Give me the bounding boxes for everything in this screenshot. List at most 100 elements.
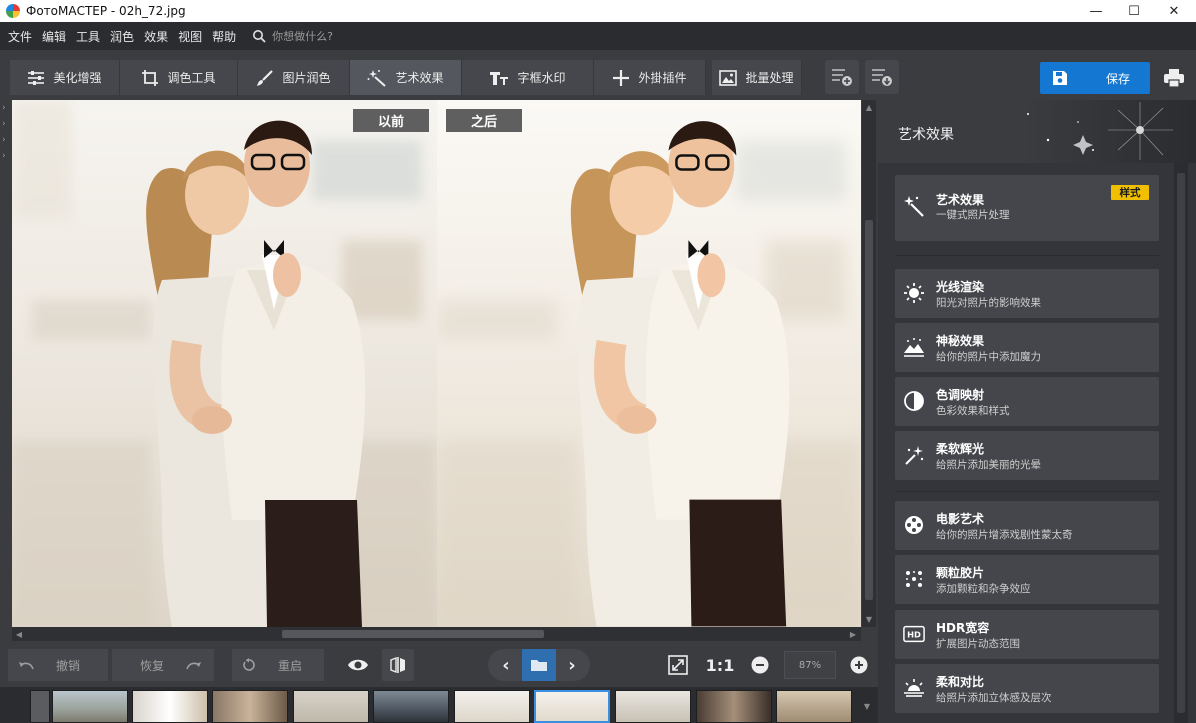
thumbnail[interactable] [373,690,449,723]
redo-label: 恢复 [140,658,165,673]
effects-panel: 艺术效果 艺术效果 一键式照片处理 样式 光线渲染 阳光对照片的影响效果 神秘效… [878,100,1196,723]
sliders-download-icon [872,69,892,86]
effect-title: 色调映射 [936,388,985,402]
reset-button[interactable]: 重启 [232,649,324,681]
panel-scroll-thumb[interactable] [1177,173,1185,713]
canvas-vertical-scrollbar[interactable]: ▲ ▼ [862,100,876,627]
search-icon [253,30,266,43]
preview-eye-button[interactable] [342,649,374,681]
effect-soft-glow[interactable]: 柔软辉光 给照片添加美丽的光晕 [895,431,1159,480]
thumbnail-selected[interactable] [534,690,610,723]
effect-tone-mapping[interactable]: 色调映射 色彩效果和样式 [895,377,1159,426]
vertical-scroll-thumb[interactable] [865,220,873,600]
scroll-left-arrow-icon[interactable]: ◀ [14,629,24,639]
expand-arrow-icon[interactable]: › [2,151,10,161]
menu-file[interactable]: 文件 [8,28,32,45]
save-button[interactable]: 保存 [1040,62,1150,94]
menu-effects[interactable]: 效果 [144,28,168,45]
floppy-disk-icon [1053,71,1067,85]
zoom-level-input[interactable] [784,651,836,679]
previous-image-button[interactable]: ‹ [490,649,522,681]
effect-hdr[interactable]: HD HDR宽容 扩展图片动态范围 [895,610,1159,659]
effect-light-rendering[interactable]: 光线渲染 阳光对照片的影响效果 [895,269,1159,318]
landscape-icon [903,336,925,358]
canvas-horizontal-scrollbar[interactable]: ◀ ▶ [12,627,861,641]
tab-color-tools-label: 调色工具 [167,71,216,85]
effect-description: 色彩效果和样式 [936,405,1010,417]
zoom-out-button[interactable] [744,649,776,681]
menu-tools[interactable]: 工具 [76,28,100,45]
expand-arrow-icon[interactable]: › [2,119,10,129]
thumbnail[interactable] [30,690,50,723]
effect-soft-contrast[interactable]: 柔和对比 给照片添加立体感及层次 [895,664,1159,713]
undo-label: 撤销 [56,658,81,673]
filmstrip: ▼ [0,687,878,723]
scroll-up-arrow-icon[interactable]: ▲ [864,102,874,112]
plus-icon [613,69,630,86]
next-image-button[interactable]: › [556,649,588,681]
scroll-right-arrow-icon[interactable]: ▶ [848,629,858,639]
search-input[interactable] [272,29,393,43]
minimize-button[interactable]: — [1076,0,1116,22]
expand-arrow-icon[interactable]: › [2,135,10,145]
tab-plugins[interactable]: 外掛插件 [594,60,706,95]
expand-arrow-icon[interactable]: › [2,103,10,113]
fit-screen-button[interactable] [662,649,694,681]
effect-grain-film[interactable]: 颗粒胶片 添加颗粒和杂争效应 [895,555,1159,604]
menu-help[interactable]: 帮助 [212,28,236,45]
effect-cinema-art[interactable]: 电影艺术 给你的照片增添戏剧性蒙太奇 [895,501,1159,550]
after-label: 之后 [446,109,522,132]
menu-edit[interactable]: 编辑 [42,28,66,45]
sparkle-icon [903,444,925,466]
effect-title: 颗粒胶片 [936,566,985,580]
maximize-button[interactable]: ☐ [1114,0,1154,22]
zoom-in-button[interactable] [843,649,875,681]
redo-button[interactable]: 恢复 [112,649,214,681]
menu-view[interactable]: 视图 [178,28,202,45]
panel-scrollbar[interactable] [1174,163,1188,723]
zoom-out-icon [751,656,769,674]
open-folder-button[interactable] [522,649,556,681]
download-preset-button[interactable] [865,60,899,94]
sliders-add-icon [832,69,852,86]
compare-view-button[interactable] [382,649,414,681]
add-preset-button[interactable] [825,60,859,94]
effect-description: 给你的照片中添加魔力 [936,351,1041,363]
sunrise-icon [903,677,925,699]
effect-art-effects[interactable]: 艺术效果 一键式照片处理 样式 [895,175,1159,241]
tab-color-tools[interactable]: 调色工具 [120,60,238,95]
couple-photo-before [12,100,437,627]
thumbnail[interactable] [696,690,772,723]
zoom-one-to-one-button[interactable]: 1:1 [703,649,737,681]
batch-process-button[interactable]: 批量处理 [712,60,802,95]
undo-button[interactable]: 撤销 [8,649,108,681]
thumbnail[interactable] [454,690,530,723]
printer-icon [1164,69,1184,88]
filmstrip-scroll-down-icon[interactable]: ▼ [862,701,872,711]
horizontal-scroll-thumb[interactable] [282,630,544,638]
sliders-icon [28,70,45,85]
scroll-down-arrow-icon[interactable]: ▼ [864,614,874,624]
photo-canvas[interactable]: 以前 之后 [12,100,861,627]
after-photo: 之后 [437,100,861,627]
effect-title: 艺术效果 [936,193,985,207]
effect-description: 扩展图片动态范围 [936,638,1020,650]
tab-art-effects[interactable]: 艺术效果 [350,60,462,95]
effect-mystery[interactable]: 神秘效果 给你的照片中添加魔力 [895,323,1159,372]
divider [895,255,1159,256]
thumbnail[interactable] [293,690,369,723]
thumbnail[interactable] [212,690,288,723]
menu-retouch[interactable]: 润色 [110,28,134,45]
folder-icon [531,660,547,671]
close-button[interactable]: ✕ [1154,0,1194,22]
main-toolbar: 美化增强 调色工具 图片润色 艺术效果 字框水印 外掛插件 批量处理 保存 [0,50,1196,100]
magic-wand-icon [903,195,925,217]
print-button[interactable] [1158,62,1190,94]
thumbnail[interactable] [615,690,691,723]
tab-text-watermark[interactable]: 字框水印 [462,60,594,95]
thumbnail[interactable] [776,690,852,723]
tab-enhance[interactable]: 美化增强 [10,60,120,95]
thumbnail[interactable] [52,690,128,723]
tab-retouch[interactable]: 图片润色 [238,60,350,95]
thumbnail[interactable] [132,690,208,723]
